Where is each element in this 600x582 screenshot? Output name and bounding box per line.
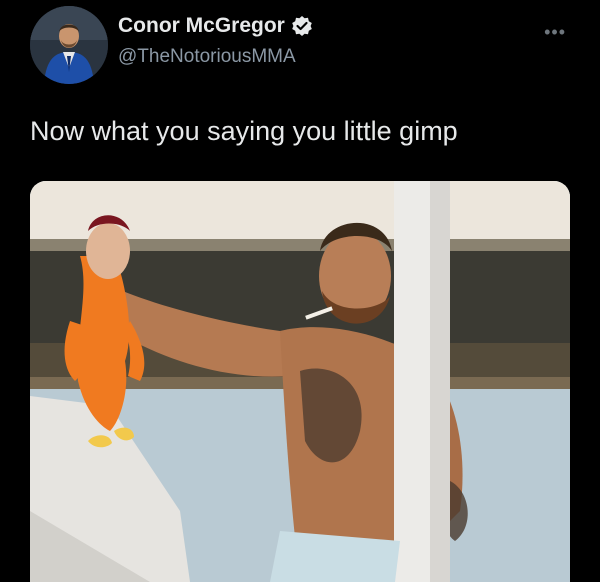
- author-name[interactable]: Conor McGregor: [118, 14, 285, 38]
- more-options-icon[interactable]: •••: [544, 22, 566, 43]
- author-name-row[interactable]: Conor McGregor: [118, 14, 313, 38]
- author-handle[interactable]: @TheNotoriousMMA: [118, 46, 296, 68]
- verified-badge-icon: [291, 15, 313, 37]
- avatar[interactable]: [30, 6, 108, 84]
- tweet: Conor McGregor @TheNotoriousMMA ••• Now …: [0, 0, 600, 582]
- tweet-text: Now what you saying you little gimp: [30, 116, 458, 146]
- tweet-media-photo[interactable]: [30, 181, 570, 582]
